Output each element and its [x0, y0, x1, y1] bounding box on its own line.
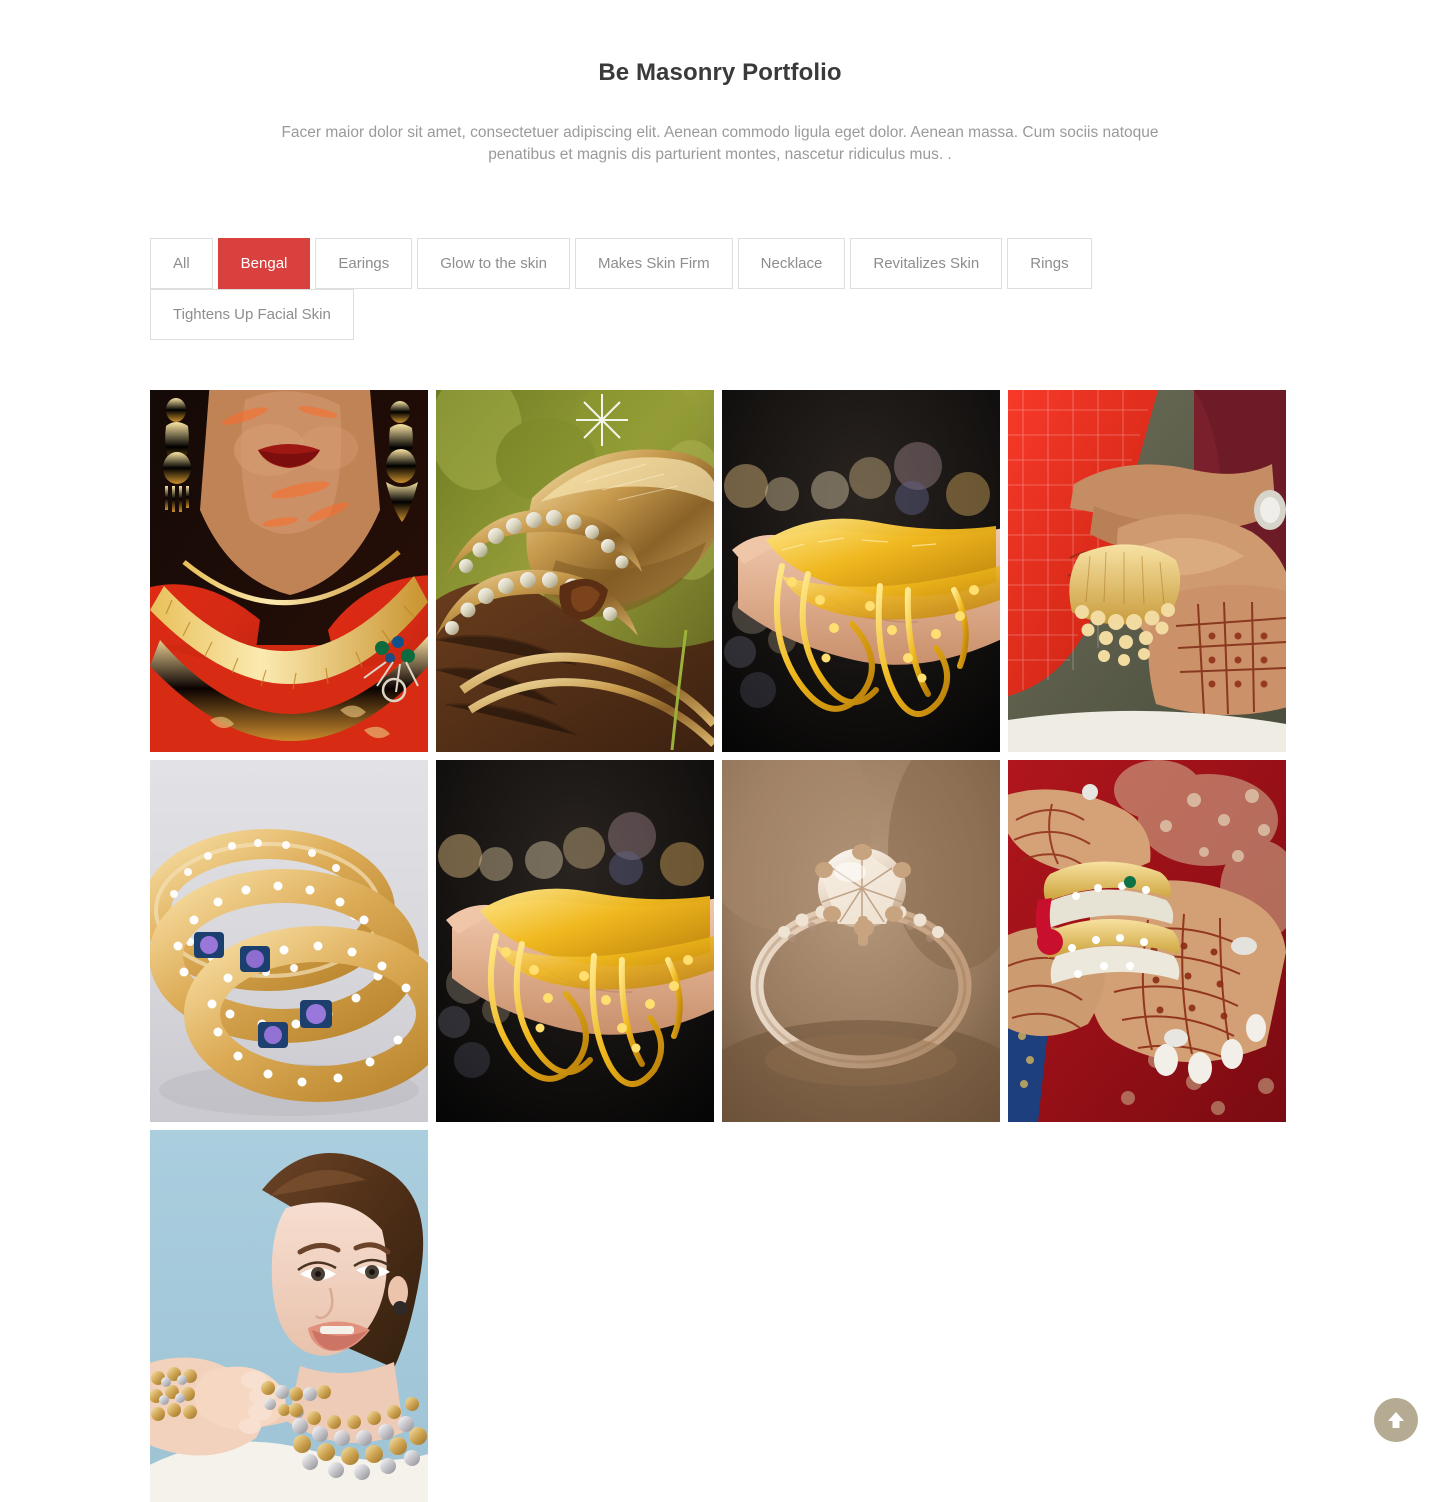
diamond-solitaire-ring-image — [722, 760, 1000, 1122]
bridal-hands-bangles-image — [1008, 760, 1286, 1122]
filter-bengal[interactable]: Bengal — [217, 238, 311, 289]
hands-mehndi-gold-bracelet-image — [1008, 390, 1286, 752]
filter-all[interactable]: All — [150, 238, 213, 289]
portfolio-item-hand-holding-gold-chains-2[interactable] — [436, 760, 714, 1122]
portfolio-item-diamond-solitaire-ring[interactable] — [722, 760, 1000, 1122]
portfolio-filter-bar: All Bengal Earings Glow to the skin Make… — [0, 238, 1440, 340]
filter-makes-skin-firm[interactable]: Makes Skin Firm — [574, 238, 733, 289]
portfolio-grid — [150, 390, 1289, 1502]
filter-rings[interactable]: Rings — [1007, 238, 1092, 289]
scroll-to-top-button[interactable] — [1374, 1398, 1418, 1442]
gold-stone-bangles-pair-image — [150, 760, 428, 1122]
bride-gold-necklace-earrings-image — [150, 390, 428, 752]
filter-tightens-up-facial-skin[interactable]: Tightens Up Facial Skin — [150, 289, 354, 340]
filter-necklace[interactable]: Necklace — [737, 238, 846, 289]
portfolio-item-bride-gold-necklace-earrings[interactable] — [150, 390, 428, 752]
page-title: Be Masonry Portfolio — [598, 59, 842, 86]
hand-holding-gold-chains-2-image — [436, 760, 714, 1122]
portfolio-header: Be Masonry Portfolio Facer maior dolor s… — [0, 0, 1440, 166]
model-bead-necklace-blue-image — [150, 1130, 428, 1502]
filter-revitalizes-skin[interactable]: Revitalizes Skin — [850, 238, 1003, 289]
arrow-up-icon — [1388, 1412, 1404, 1428]
page-description: Facer maior dolor sit amet, consectetuer… — [281, 124, 1159, 163]
portfolio-item-gold-diamond-bangles-nature[interactable] — [436, 390, 714, 752]
portfolio-item-gold-stone-bangles-pair[interactable] — [150, 760, 428, 1122]
portfolio-item-hand-holding-gold-chains[interactable] — [722, 390, 1000, 752]
portfolio-item-model-bead-necklace-blue[interactable] — [150, 1130, 428, 1502]
hand-holding-gold-chains-image — [722, 390, 1000, 752]
portfolio-item-bridal-hands-bangles[interactable] — [1008, 760, 1286, 1122]
filter-glow-to-the-skin[interactable]: Glow to the skin — [417, 238, 570, 289]
portfolio-item-hands-mehndi-gold-bracelet[interactable] — [1008, 390, 1286, 752]
gold-diamond-bangles-nature-image — [436, 390, 714, 752]
filter-earings[interactable]: Earings — [315, 238, 413, 289]
